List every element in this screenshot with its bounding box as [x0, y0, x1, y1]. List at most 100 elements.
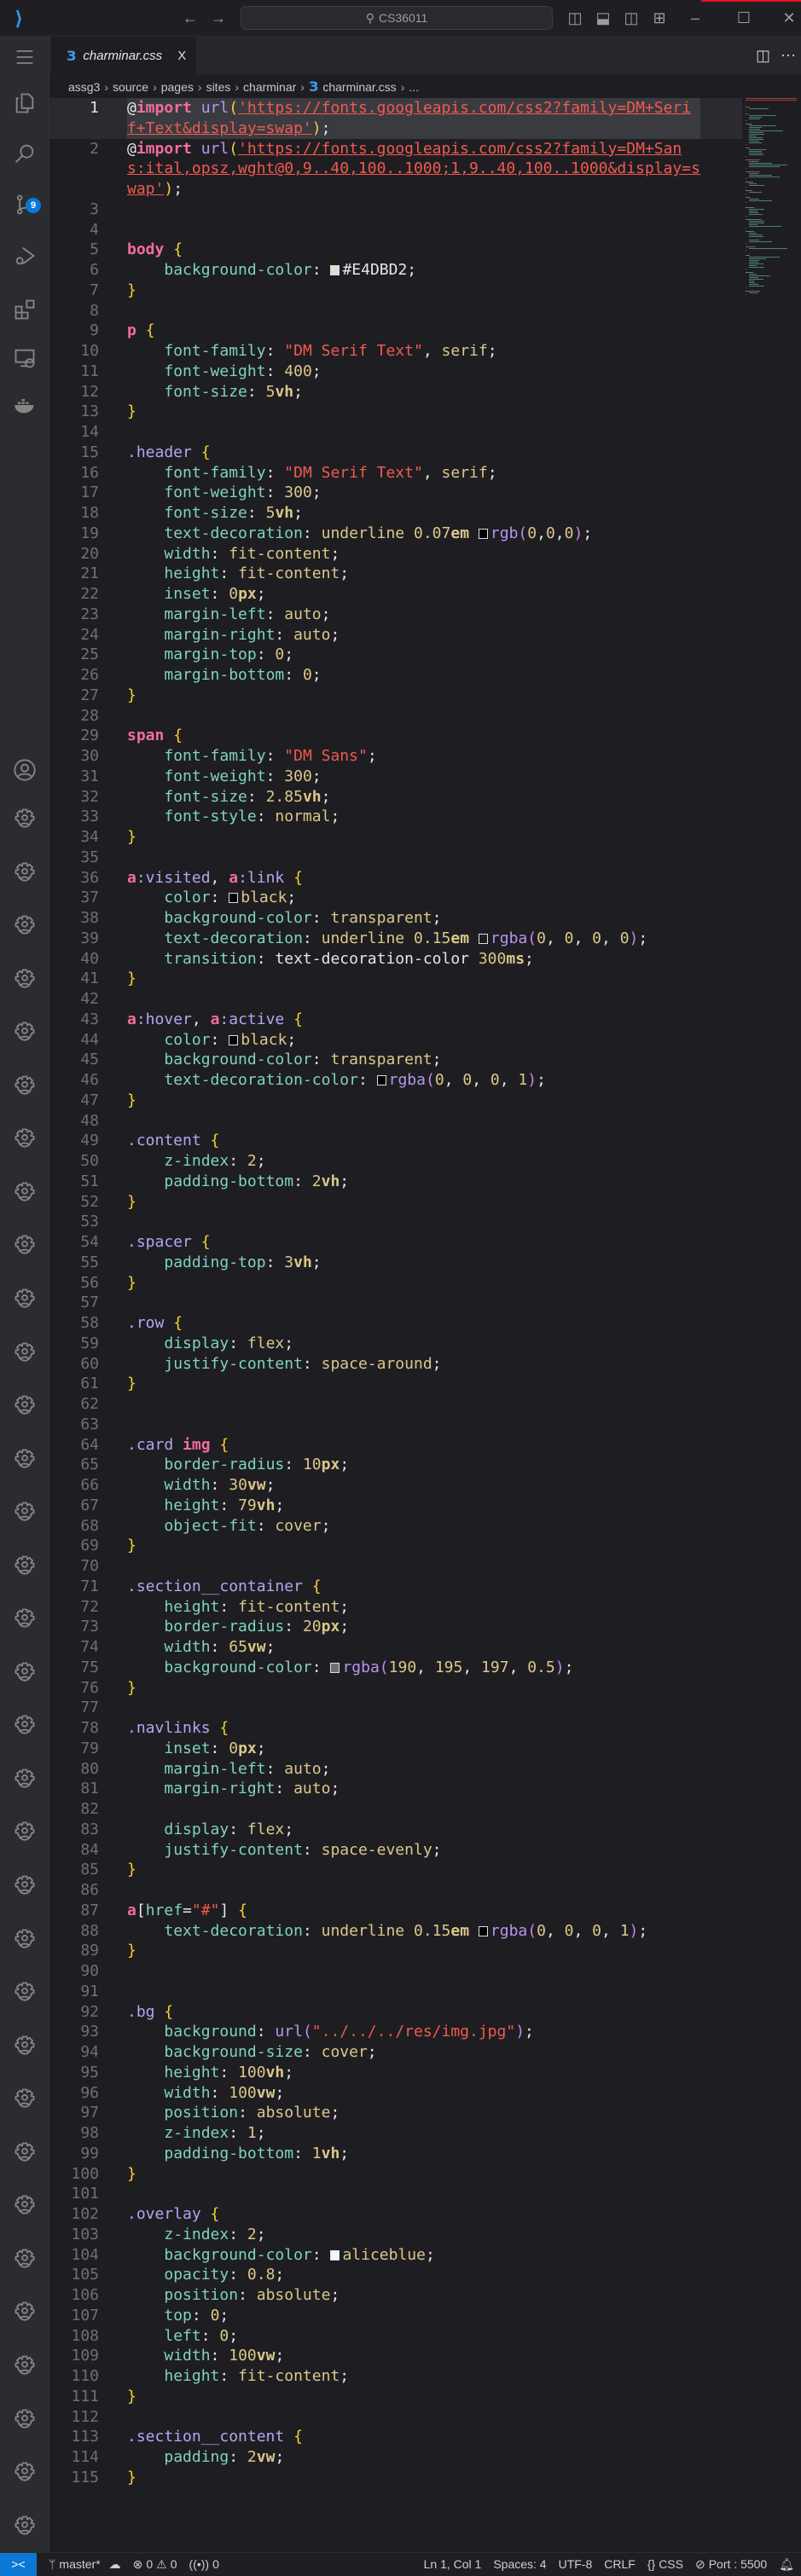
code-text[interactable]: } [127, 402, 700, 422]
color-swatch[interactable] [478, 933, 488, 944]
code-text[interactable] [127, 1212, 700, 1232]
code-text[interactable]: a:hover, a:active { [127, 1010, 700, 1030]
code-text[interactable]: font-style: normal; [127, 807, 700, 827]
code-text[interactable]: } [127, 2468, 700, 2488]
code-text[interactable]: background-color: transparent; [127, 908, 700, 929]
code-text[interactable]: } [127, 686, 700, 706]
code-text[interactable]: width: 100vw; [127, 2083, 700, 2104]
explorer-icon[interactable] [0, 84, 49, 122]
manage-gear-icon[interactable] [0, 1600, 49, 1637]
code-line[interactable]: 7} [49, 281, 742, 301]
code-text[interactable]: background-size: cover; [127, 2042, 700, 2063]
code-text[interactable]: justify-content: space-around; [127, 1354, 700, 1375]
code-line[interactable]: 16 font-family: "DM Serif Text", serif; [49, 463, 742, 483]
manage-gear-icon[interactable] [0, 2347, 49, 2384]
code-text[interactable]: text-decoration: underline 0.07em rgb(0,… [127, 524, 700, 544]
code-text[interactable]: } [127, 1941, 700, 1961]
encoding[interactable]: UTF-8 [559, 2557, 593, 2571]
code-text[interactable]: } [127, 2387, 700, 2407]
code-text[interactable]: .overlay { [127, 2204, 700, 2225]
code-line[interactable]: 71 .section__container { [49, 1577, 742, 1597]
code-text[interactable]: margin-bottom: 0; [127, 665, 700, 686]
code-line[interactable]: 69} [49, 1536, 742, 1556]
run-and-debug-icon[interactable] [0, 237, 49, 275]
code-line[interactable]: 92 .bg { [49, 2002, 742, 2023]
code-text[interactable]: object-fit: cover; [127, 1516, 700, 1537]
code-text[interactable]: background: url("../../../res/img.jpg"); [127, 2022, 700, 2042]
code-text[interactable]: background-color: rgba(190, 195, 197, 0.… [127, 1658, 700, 1678]
code-text[interactable]: margin-right: auto; [127, 1779, 700, 1799]
code-text[interactable]: margin-right: auto; [127, 625, 700, 645]
code-line[interactable]: 44 color: black; [49, 1030, 742, 1051]
code-line[interactable]: 90 [49, 1961, 742, 1982]
code-text[interactable]: margin-left: auto; [127, 605, 700, 625]
problems-status[interactable]: ⊗ 0 ⚠ 0 [133, 2557, 177, 2572]
code-text[interactable]: border-radius: 10px; [127, 1455, 700, 1475]
breadcrumb-item[interactable]: charminar [243, 80, 296, 94]
code-line[interactable]: 100} [49, 2164, 742, 2185]
code-line[interactable]: 42 [49, 989, 742, 1010]
code-line[interactable]: 58 .row { [49, 1313, 742, 1334]
code-line[interactable]: 10 font-family: "DM Serif Text", serif; [49, 341, 742, 362]
code-text[interactable]: justify-content: space-evenly; [127, 1840, 700, 1861]
breadcrumb-item[interactable]: assg3 [68, 80, 100, 94]
code-text[interactable]: } [127, 1860, 700, 1880]
code-text[interactable]: font-family: "DM Serif Text", serif; [127, 341, 700, 362]
code-text[interactable]: } [127, 969, 700, 989]
code-line[interactable]: 27} [49, 686, 742, 706]
live-server-status[interactable]: ⊘ Port : 5500 [695, 2557, 767, 2572]
code-line[interactable]: 67 height: 79vh; [49, 1496, 742, 1516]
manage-gear-icon[interactable] [0, 1493, 49, 1531]
code-line[interactable]: 74 width: 65vw; [49, 1637, 742, 1658]
code-line[interactable]: 99 padding-bottom: 1vh; [49, 2144, 742, 2164]
manage-gear-icon[interactable] [0, 1334, 49, 1371]
manage-gear-icon[interactable] [0, 854, 49, 891]
code-line[interactable]: 15 .header { [49, 443, 742, 463]
code-line[interactable]: 105 opacity: 0.8; [49, 2265, 742, 2285]
manage-gear-icon[interactable] [0, 1867, 49, 1904]
code-text[interactable]: color: black; [127, 1030, 700, 1051]
code-line[interactable]: 76} [49, 1678, 742, 1699]
code-line[interactable]: 106 position: absolute; [49, 2285, 742, 2306]
manage-gear-icon[interactable] [0, 1920, 49, 1958]
breadcrumb-item[interactable]: sites [206, 80, 231, 94]
code-line[interactable]: 21 height: fit-content; [49, 564, 742, 584]
manage-gear-icon[interactable] [0, 1760, 49, 1797]
code-text[interactable]: inset: 0px; [127, 1739, 700, 1759]
code-line[interactable]: 20 width: fit-content; [49, 544, 742, 564]
manage-gear-icon[interactable] [0, 1973, 49, 2011]
tab-close-button[interactable]: X [177, 49, 186, 63]
code-text[interactable]: background-color: aliceblue; [127, 2245, 700, 2266]
code-text[interactable] [127, 2184, 700, 2204]
code-text[interactable]: font-weight: 300; [127, 483, 700, 503]
line-ending[interactable]: CRLF [604, 2557, 636, 2571]
code-line[interactable]: 25 margin-top: 0; [49, 645, 742, 665]
code-line[interactable]: 73 border-radius: 20px; [49, 1617, 742, 1637]
code-line[interactable]: 113 .section__content { [49, 2427, 742, 2447]
code-text[interactable] [127, 200, 700, 220]
code-text[interactable]: left: 0; [127, 2326, 700, 2347]
manage-gear-icon[interactable] [0, 1067, 49, 1104]
code-text[interactable]: } [127, 1192, 700, 1213]
code-text[interactable]: } [127, 1536, 700, 1556]
manage-gear-icon[interactable] [0, 1440, 49, 1478]
code-text[interactable] [127, 1556, 700, 1577]
code-text[interactable] [127, 301, 700, 321]
command-center-search[interactable]: ⚲ CS36011 [241, 6, 553, 30]
code-line[interactable]: 82 [49, 1799, 742, 1820]
manage-gear-icon[interactable] [0, 2186, 49, 2224]
code-text[interactable]: width: 100vw; [127, 2346, 700, 2366]
code-text[interactable]: .header { [127, 443, 700, 463]
code-line[interactable]: 30 font-family: "DM Sans"; [49, 746, 742, 767]
code-text[interactable]: width: 30vw; [127, 1475, 700, 1496]
code-line[interactable]: 93 background: url("../../../res/img.jpg… [49, 2022, 742, 2042]
code-text[interactable]: height: fit-content; [127, 564, 700, 584]
minimize-icon[interactable]: – [685, 0, 705, 37]
code-text[interactable]: } [127, 1091, 700, 1111]
code-line[interactable]: 112 [49, 2407, 742, 2428]
code-text[interactable]: } [127, 2164, 700, 2185]
language-mode[interactable]: {} CSS [647, 2557, 683, 2571]
branch-status[interactable]: ᛘ master* ☁ [49, 2557, 121, 2572]
code-line[interactable]: 109 width: 100vw; [49, 2346, 742, 2366]
code-line[interactable]: 6 background-color: #E4DBD2; [49, 260, 742, 281]
